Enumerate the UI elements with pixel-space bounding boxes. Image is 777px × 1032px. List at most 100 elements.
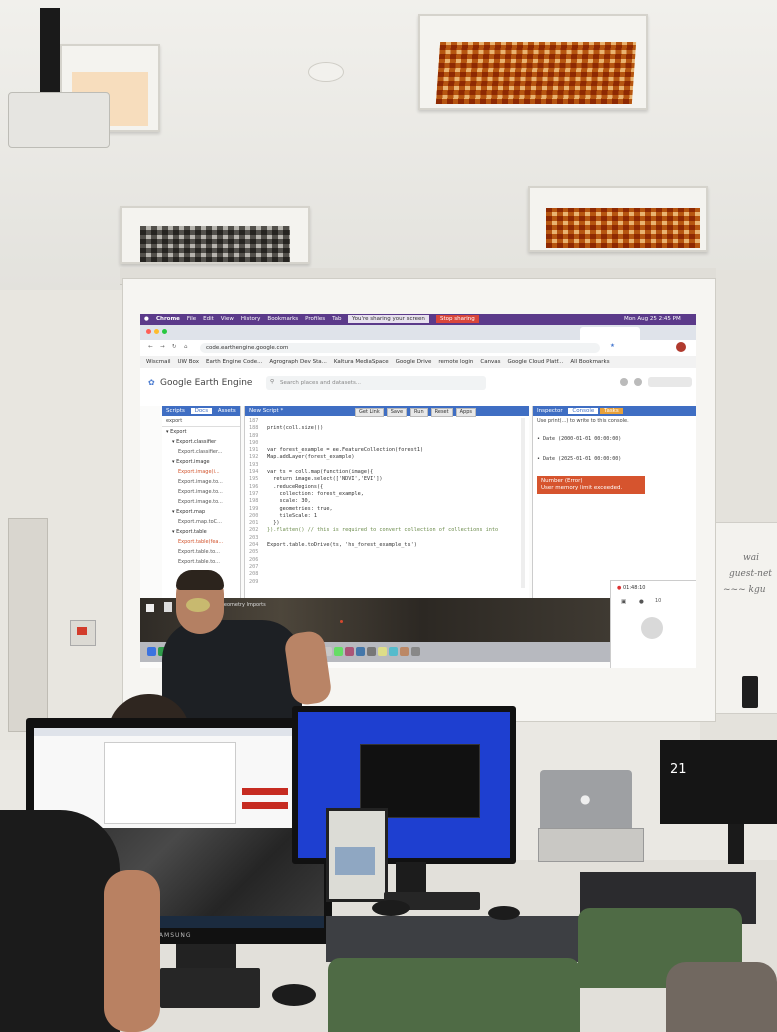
home-icon[interactable]: ⌂ [184, 344, 188, 350]
geometry-imports-label[interactable]: Geometry Imports [220, 602, 266, 608]
docs-tree-item[interactable]: ▾ Export [162, 427, 240, 437]
docs-tree-item[interactable]: ▾ Export.classifier [162, 437, 240, 447]
notifications-icon[interactable] [634, 378, 642, 386]
bookmark-item[interactable]: Google Cloud Platf... [508, 359, 564, 365]
code-text: tileScale: 1 [267, 512, 317, 519]
active-tab[interactable] [580, 327, 640, 340]
tab-inspector[interactable]: Inspector [533, 408, 567, 414]
line-number: 209 [249, 578, 259, 585]
forward-icon[interactable]: → [160, 344, 165, 350]
line-number: 207 [249, 563, 259, 570]
code-line: 193 [249, 462, 527, 469]
page-title: Google Earth Engine [160, 378, 253, 388]
docs-tree-item[interactable]: Export.classifier... [162, 447, 240, 457]
participants-count[interactable]: 10 [655, 598, 661, 604]
close-window-icon[interactable] [146, 329, 151, 334]
dock-app-icon[interactable] [345, 647, 354, 656]
monitor-error-box [242, 788, 288, 795]
reload-icon[interactable]: ↻ [172, 344, 177, 350]
menu-item[interactable]: File [187, 316, 196, 322]
menu-item[interactable]: History [241, 316, 261, 322]
microphone-icon[interactable]: ● [639, 599, 644, 605]
menu-item[interactable]: Bookmarks [267, 316, 298, 322]
menu-item[interactable]: View [221, 316, 234, 322]
editor-button[interactable]: Run [410, 408, 428, 417]
code-text: Export.table.toDrive(ts, 'hs_forest_exam… [267, 542, 417, 549]
bookmark-item[interactable]: Canvas [480, 359, 500, 365]
account-button[interactable] [648, 377, 692, 387]
docs-tree-item[interactable]: ▾ Export.image [162, 457, 240, 467]
dock-app-icon[interactable] [147, 647, 156, 656]
code-text: var ts = coll.map(function(image){ [267, 469, 374, 476]
editor-button[interactable]: Reset [430, 408, 453, 417]
menu-item[interactable]: Tab [332, 316, 341, 322]
bookmark-item[interactable]: Kaltura MediaSpace [334, 359, 389, 365]
whiteboard-text: ~~~ kgu [723, 585, 766, 595]
tab-tasks[interactable]: Tasks [600, 408, 623, 414]
dock-app-icon[interactable] [389, 647, 398, 656]
code-line: 207 [249, 564, 527, 571]
editor-button[interactable]: Get Link [355, 408, 384, 417]
docs-tree-item[interactable]: Export.image.to... [162, 487, 240, 497]
call-timer: ● 01:48:10 [617, 585, 645, 591]
editor-scrollbar[interactable] [521, 418, 525, 588]
docs-tree-item[interactable]: Export.map.toC... [162, 517, 240, 527]
bookmark-item[interactable]: remote login [438, 359, 473, 365]
code-text: scale: 30, [267, 498, 311, 505]
front-monitor-right: 21 [660, 740, 777, 824]
dock-app-icon[interactable] [411, 647, 420, 656]
camera-icon[interactable]: ▣ [621, 599, 626, 605]
tab-assets[interactable]: Assets [214, 408, 240, 414]
menu-item[interactable]: Chrome [156, 316, 180, 322]
dock-app-icon[interactable] [367, 647, 376, 656]
editor-button[interactable]: Apps [455, 408, 476, 417]
stop-sharing-button[interactable]: Stop sharing [436, 315, 479, 323]
docs-tree-item[interactable]: Export.image.to... [162, 477, 240, 487]
address-field[interactable]: code.earthengine.google.com [200, 343, 600, 353]
docs-tree-item[interactable]: Export.table.to... [162, 557, 240, 567]
tab-console[interactable]: Console [568, 408, 599, 414]
docs-tree-item[interactable]: Export.table.to... [162, 547, 240, 557]
code-line: 201 }) [249, 520, 527, 527]
bookmark-item[interactable]: Earth Engine Code... [206, 359, 262, 365]
code-line: 199 geometries: true, [249, 506, 527, 513]
map-tool-icon[interactable] [146, 604, 154, 612]
docs-tree-item[interactable]: Export.image(i... [162, 467, 240, 477]
dock-app-icon[interactable] [356, 647, 365, 656]
dock-app-icon[interactable] [378, 647, 387, 656]
code-line: 188 print(coll.size()) [249, 425, 527, 432]
docs-tree-item[interactable]: Export.image.to... [162, 497, 240, 507]
search-input[interactable]: ⚲ Search places and datasets... [266, 376, 486, 390]
docs-filter-input[interactable]: export [162, 416, 240, 427]
line-number: 204 [249, 542, 259, 549]
bookmark-item[interactable]: Agrograph Dev Sta... [269, 359, 327, 365]
docs-tree-item[interactable]: Export.table(fea... [162, 537, 240, 547]
bookmark-item[interactable]: UW Box [178, 359, 199, 365]
dock-app-icon[interactable] [400, 647, 409, 656]
menu-item[interactable]: Profiles [305, 316, 325, 322]
avatar[interactable] [676, 342, 686, 352]
zoom-in-icon[interactable] [164, 602, 172, 612]
bookmark-item[interactable]: All Bookmarks [570, 359, 609, 365]
editor-button[interactable]: Save [386, 408, 408, 417]
bookmark-star-icon[interactable]: ★ [610, 343, 615, 349]
bookmark-item[interactable]: Wiscmail [146, 359, 171, 365]
code-area[interactable]: 187 188 print(coll.size()) 189 190 191 var for… [245, 416, 529, 586]
ceiling-light-1 [418, 14, 648, 110]
projector-mount [40, 8, 60, 98]
tab-scripts[interactable]: Scripts [162, 408, 189, 414]
minimize-window-icon[interactable] [154, 329, 159, 334]
switch-indicator [77, 627, 87, 635]
zoom-window-icon[interactable] [162, 329, 167, 334]
dock-app-icon[interactable] [334, 647, 343, 656]
menu-item[interactable]: Edit [203, 316, 214, 322]
tab-docs[interactable]: Docs [190, 408, 213, 414]
recording-icon: ● [617, 585, 622, 591]
docs-tree-item[interactable]: ▾ Export.table [162, 527, 240, 537]
help-icon[interactable] [620, 378, 628, 386]
code-line: 195 return image.select(['NDVI','EVI']) [249, 476, 527, 483]
back-icon[interactable]: ← [148, 344, 153, 350]
line-number: 199 [249, 505, 259, 512]
bookmark-item[interactable]: Google Drive [396, 359, 432, 365]
docs-tree-item[interactable]: ▾ Export.map [162, 507, 240, 517]
